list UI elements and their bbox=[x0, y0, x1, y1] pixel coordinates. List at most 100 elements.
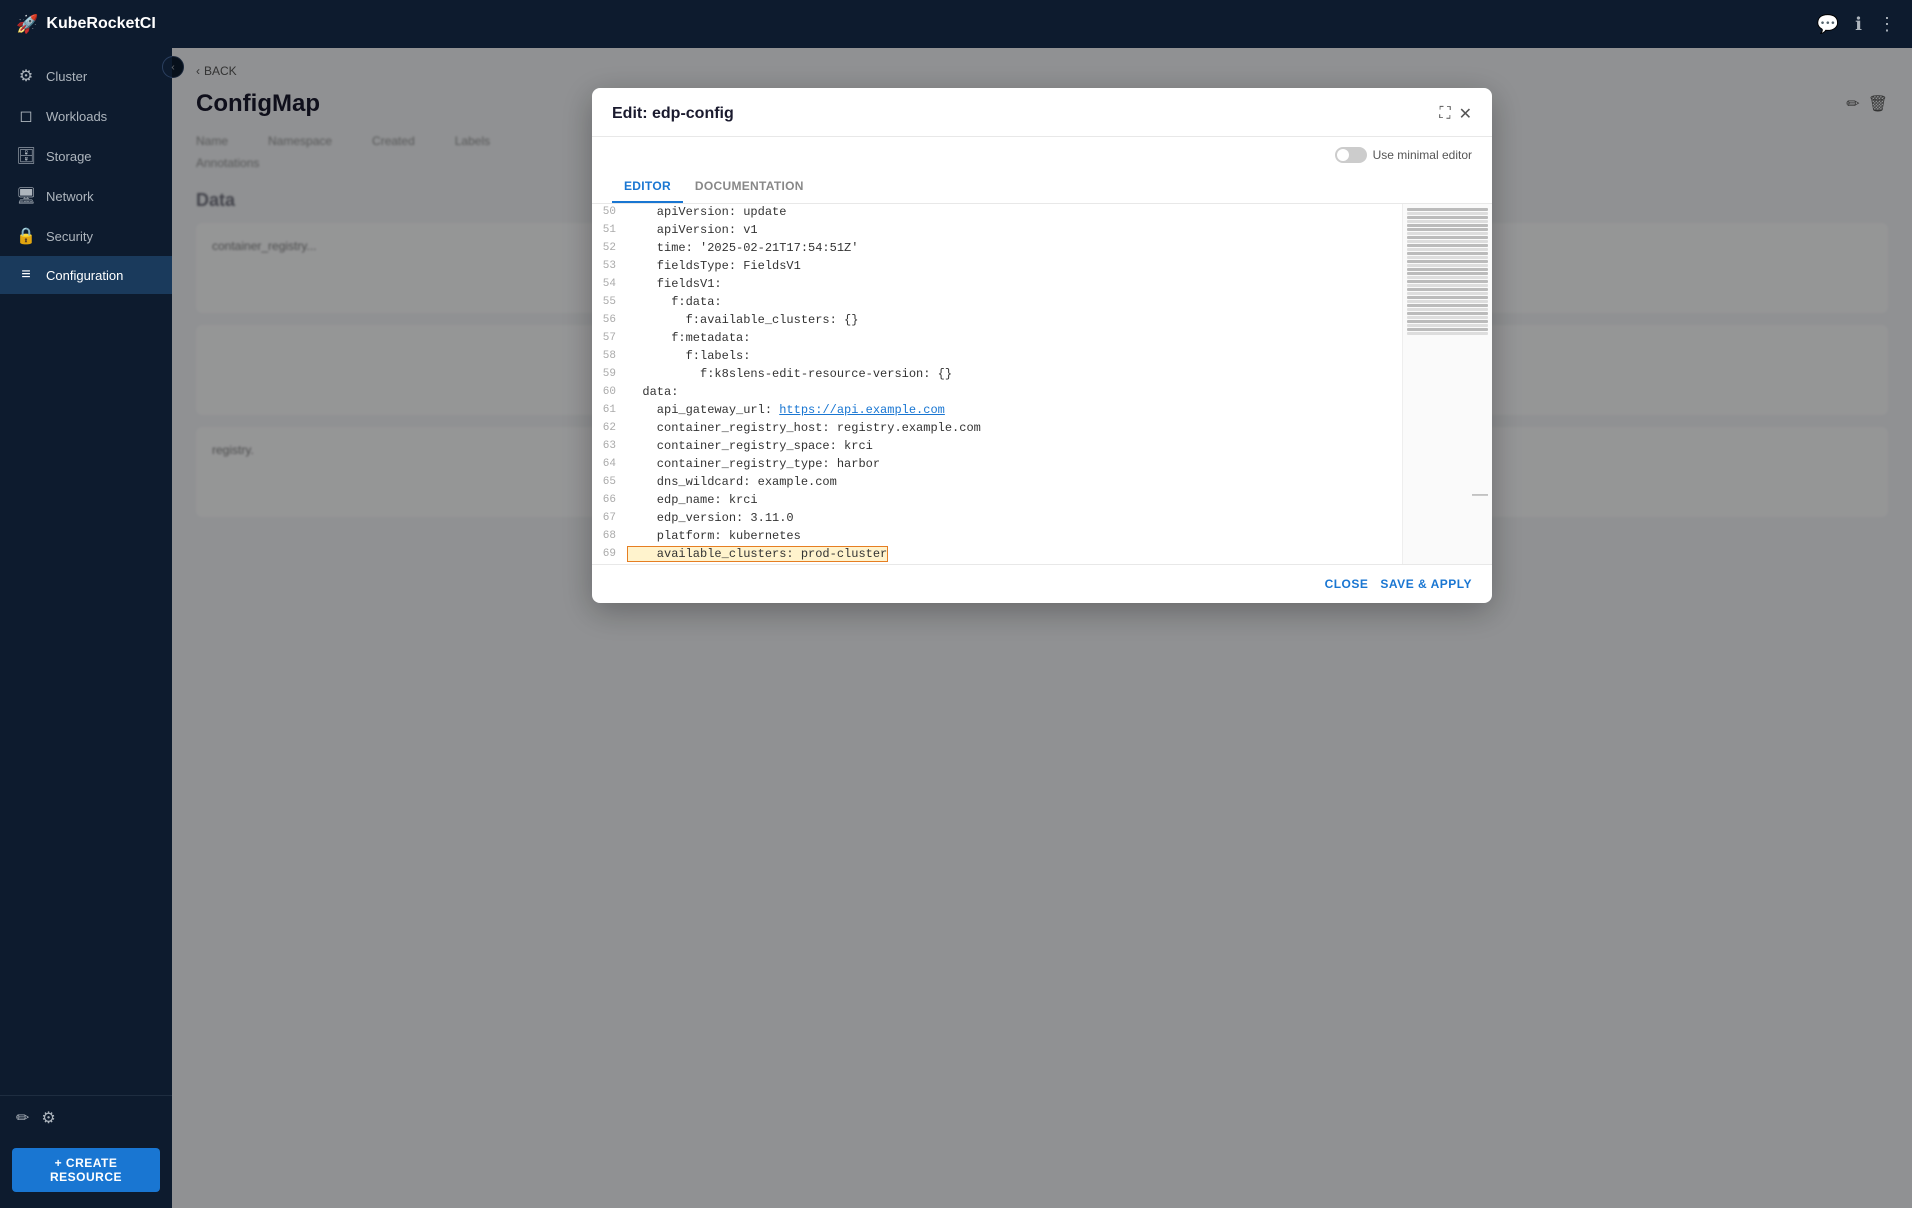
info-icon[interactable]: ℹ bbox=[1855, 14, 1862, 35]
editor-line-63: 63 container_registry_space: krci bbox=[592, 438, 1402, 456]
minimap-line bbox=[1407, 300, 1488, 303]
minimap-line bbox=[1407, 296, 1488, 299]
more-icon[interactable]: ⋮ bbox=[1878, 14, 1896, 35]
sidebar-item-storage[interactable]: 🗄 Storage bbox=[0, 136, 172, 176]
app-logo: 🚀 KubeRocketCI bbox=[16, 14, 156, 35]
minimap-line bbox=[1407, 268, 1488, 271]
settings-icon[interactable]: ⚙ bbox=[41, 1108, 55, 1128]
workloads-icon: ◻ bbox=[16, 106, 36, 126]
minimap-line bbox=[1407, 216, 1488, 219]
minimap-line bbox=[1407, 228, 1488, 231]
save-apply-button[interactable]: SAVE & APPLY bbox=[1380, 577, 1472, 591]
logo-icon: 🚀 bbox=[16, 14, 38, 35]
minimap-line bbox=[1407, 252, 1488, 255]
use-minimal-label: Use minimal editor bbox=[1373, 148, 1472, 162]
minimap-line bbox=[1407, 312, 1488, 315]
modal-header-actions: ⛶ ✕ bbox=[1439, 104, 1472, 124]
sidebar-item-label: Workloads bbox=[46, 109, 107, 124]
editor-line-68: 68 platform: kubernetes bbox=[592, 528, 1402, 546]
close-modal-button[interactable]: CLOSE bbox=[1325, 577, 1369, 591]
sidebar-item-network[interactable]: 🖥 Network bbox=[0, 176, 172, 216]
minimap-line bbox=[1407, 288, 1488, 291]
minimap: — bbox=[1402, 204, 1492, 564]
editor-line-60: 60 data: bbox=[592, 384, 1402, 402]
minimap-line bbox=[1407, 276, 1488, 279]
minimap-line bbox=[1407, 324, 1488, 327]
editor-line-52: 52 time: '2025-02-21T17:54:51Z' bbox=[592, 240, 1402, 258]
minimap-line bbox=[1407, 280, 1488, 283]
modal-overlay: Edit: edp-config ⛶ ✕ Use minimal editor … bbox=[172, 48, 1912, 1208]
editor-line-66: 66 edp_name: krci bbox=[592, 492, 1402, 510]
editor-area[interactable]: 50 apiVersion: update 51 apiVersion: v1 … bbox=[592, 204, 1402, 564]
sidebar: ‹ ⚙ Cluster ◻ Workloads 🗄 Storage 🖥 Netw… bbox=[0, 48, 172, 1208]
configuration-icon: ≡ bbox=[16, 266, 36, 284]
minimap-line bbox=[1407, 248, 1488, 251]
editor-line-58: 58 f:labels: bbox=[592, 348, 1402, 366]
minimap-line bbox=[1407, 284, 1488, 287]
editor-line-62: 62 container_registry_host: registry.exa… bbox=[592, 420, 1402, 438]
editor-line-59: 59 f:k8slens-edit-resource-version: {} bbox=[592, 366, 1402, 384]
editor-line-56: 56 f:available_clusters: {} bbox=[592, 312, 1402, 330]
topbar: 🚀 KubeRocketCI 💬 ℹ ⋮ bbox=[0, 0, 1912, 48]
minimap-line bbox=[1407, 256, 1488, 259]
edit-icon[interactable]: ✏ bbox=[16, 1108, 29, 1128]
cluster-icon: ⚙ bbox=[16, 66, 36, 86]
sidebar-bottom: ✏ ⚙ bbox=[0, 1095, 172, 1140]
minimap-line bbox=[1407, 304, 1488, 307]
minimap-line bbox=[1407, 212, 1488, 215]
sidebar-item-label: Storage bbox=[46, 149, 92, 164]
modal-tabs: EDITOR DOCUMENTATION bbox=[592, 171, 1492, 204]
minimap-line bbox=[1407, 328, 1488, 331]
modal-close-btn[interactable]: ✕ bbox=[1459, 104, 1472, 124]
api-gateway-link[interactable]: https://api.example.com bbox=[779, 403, 945, 417]
minimal-editor-toggle-switch[interactable] bbox=[1335, 147, 1367, 163]
sidebar-item-label: Cluster bbox=[46, 69, 87, 84]
chat-icon[interactable]: 💬 bbox=[1817, 14, 1839, 35]
editor-line-67: 67 edp_version: 3.11.0 bbox=[592, 510, 1402, 528]
minimap-line bbox=[1407, 292, 1488, 295]
security-icon: 🔒 bbox=[16, 226, 36, 246]
storage-icon: 🗄 bbox=[16, 146, 36, 166]
modal-header: Edit: edp-config ⛶ ✕ bbox=[592, 88, 1492, 137]
sidebar-item-workloads[interactable]: ◻ Workloads bbox=[0, 96, 172, 136]
minimap-line bbox=[1407, 232, 1488, 235]
create-resource-button[interactable]: + CREATE RESOURCE bbox=[12, 1148, 160, 1192]
minimap-line bbox=[1407, 316, 1488, 319]
minimap-line bbox=[1407, 260, 1488, 263]
sidebar-item-label: Configuration bbox=[46, 268, 123, 283]
sidebar-item-label: Security bbox=[46, 229, 93, 244]
modal-toolbar: Use minimal editor bbox=[592, 137, 1492, 163]
use-minimal-toggle[interactable]: Use minimal editor bbox=[1335, 147, 1472, 163]
tab-editor[interactable]: EDITOR bbox=[612, 171, 683, 203]
editor-line-69: 69 available_clusters: prod-cluster bbox=[592, 546, 1402, 564]
modal-expand-btn[interactable]: ⛶ bbox=[1439, 105, 1450, 123]
sidebar-item-security[interactable]: 🔒 Security bbox=[0, 216, 172, 256]
modal-title: Edit: edp-config bbox=[612, 105, 734, 123]
minimap-line bbox=[1407, 208, 1488, 211]
main-content: ‹ BACK ConfigMap ✏ 🗑 Name Namespace Crea… bbox=[172, 48, 1912, 1208]
editor-line-51: 51 apiVersion: v1 bbox=[592, 222, 1402, 240]
sidebar-item-configuration[interactable]: ≡ Configuration bbox=[0, 256, 172, 294]
modal-footer: CLOSE SAVE & APPLY bbox=[592, 564, 1492, 603]
minimap-line bbox=[1407, 224, 1488, 227]
sidebar-item-label: Network bbox=[46, 189, 94, 204]
tab-documentation[interactable]: DOCUMENTATION bbox=[683, 171, 816, 203]
minimap-line bbox=[1407, 236, 1488, 239]
minimap-line bbox=[1407, 332, 1488, 335]
modal-body: 50 apiVersion: update 51 apiVersion: v1 … bbox=[592, 204, 1492, 564]
editor-line-64: 64 container_registry_type: harbor bbox=[592, 456, 1402, 474]
network-icon: 🖥 bbox=[16, 186, 36, 206]
editor-line-50: 50 apiVersion: update bbox=[592, 204, 1402, 222]
editor-line-65: 65 dns_wildcard: example.com bbox=[592, 474, 1402, 492]
editor-line-61: 61 api_gateway_url: https://api.example.… bbox=[592, 402, 1402, 420]
minimap-line bbox=[1407, 240, 1488, 243]
minimap-line bbox=[1407, 320, 1488, 323]
edit-modal: Edit: edp-config ⛶ ✕ Use minimal editor … bbox=[592, 88, 1492, 603]
sidebar-item-cluster[interactable]: ⚙ Cluster bbox=[0, 56, 172, 96]
editor-line-54: 54 fieldsV1: bbox=[592, 276, 1402, 294]
minus-icon: — bbox=[1472, 486, 1488, 504]
minimap-line bbox=[1407, 220, 1488, 223]
main-layout: ‹ ⚙ Cluster ◻ Workloads 🗄 Storage 🖥 Netw… bbox=[0, 48, 1912, 1208]
editor-line-55: 55 f:data: bbox=[592, 294, 1402, 312]
editor-line-53: 53 fieldsType: FieldsV1 bbox=[592, 258, 1402, 276]
